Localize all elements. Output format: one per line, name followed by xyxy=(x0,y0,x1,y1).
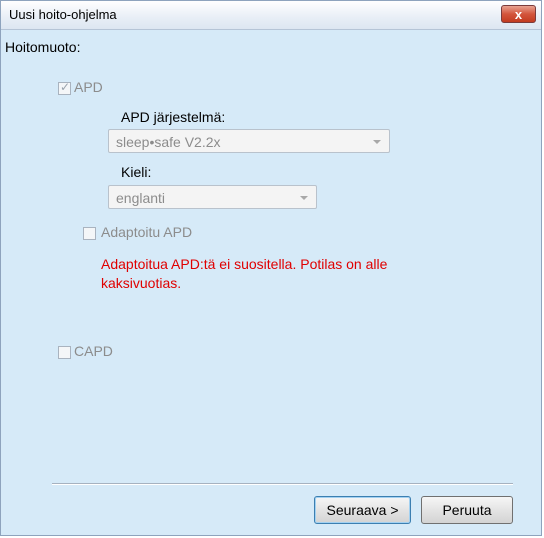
chevron-down-icon xyxy=(373,140,381,144)
checkmark-icon: ✓ xyxy=(60,80,71,94)
apd-label: APD xyxy=(74,79,103,95)
apd-system-value: sleep•safe V2.2x xyxy=(116,134,221,150)
title-bar[interactable]: Uusi hoito-ohjelma x xyxy=(1,1,541,30)
apd-system-select[interactable]: sleep•safe V2.2x xyxy=(108,129,390,153)
language-label: Kieli: xyxy=(121,164,152,180)
close-icon: x xyxy=(514,7,523,22)
language-value: englanti xyxy=(116,190,166,206)
warning-message: Adaptoitua APD:tä ei suositella. Potilas… xyxy=(101,256,388,291)
treatment-type-label: Hoitomuoto: xyxy=(5,39,81,55)
apd-system-label: APD järjestelmä: xyxy=(121,109,226,125)
adapted-apd-checkbox[interactable] xyxy=(83,227,96,240)
separator xyxy=(52,483,513,485)
capd-label: CAPD xyxy=(74,343,113,359)
language-select[interactable]: englanti xyxy=(108,185,317,209)
capd-checkbox[interactable] xyxy=(58,346,71,359)
next-button[interactable]: Seuraava > xyxy=(314,496,411,524)
window-title: Uusi hoito-ohjelma xyxy=(9,7,117,22)
cancel-button[interactable]: Peruuta xyxy=(421,496,513,524)
apd-checkbox[interactable]: ✓ xyxy=(58,80,71,95)
close-button[interactable]: x xyxy=(501,5,536,23)
dialog-window: Uusi hoito-ohjelma x Hoitomuoto: ✓ APD A… xyxy=(0,0,542,536)
chevron-down-icon xyxy=(300,196,308,200)
adapted-apd-label: Adaptoitu APD xyxy=(101,224,193,240)
